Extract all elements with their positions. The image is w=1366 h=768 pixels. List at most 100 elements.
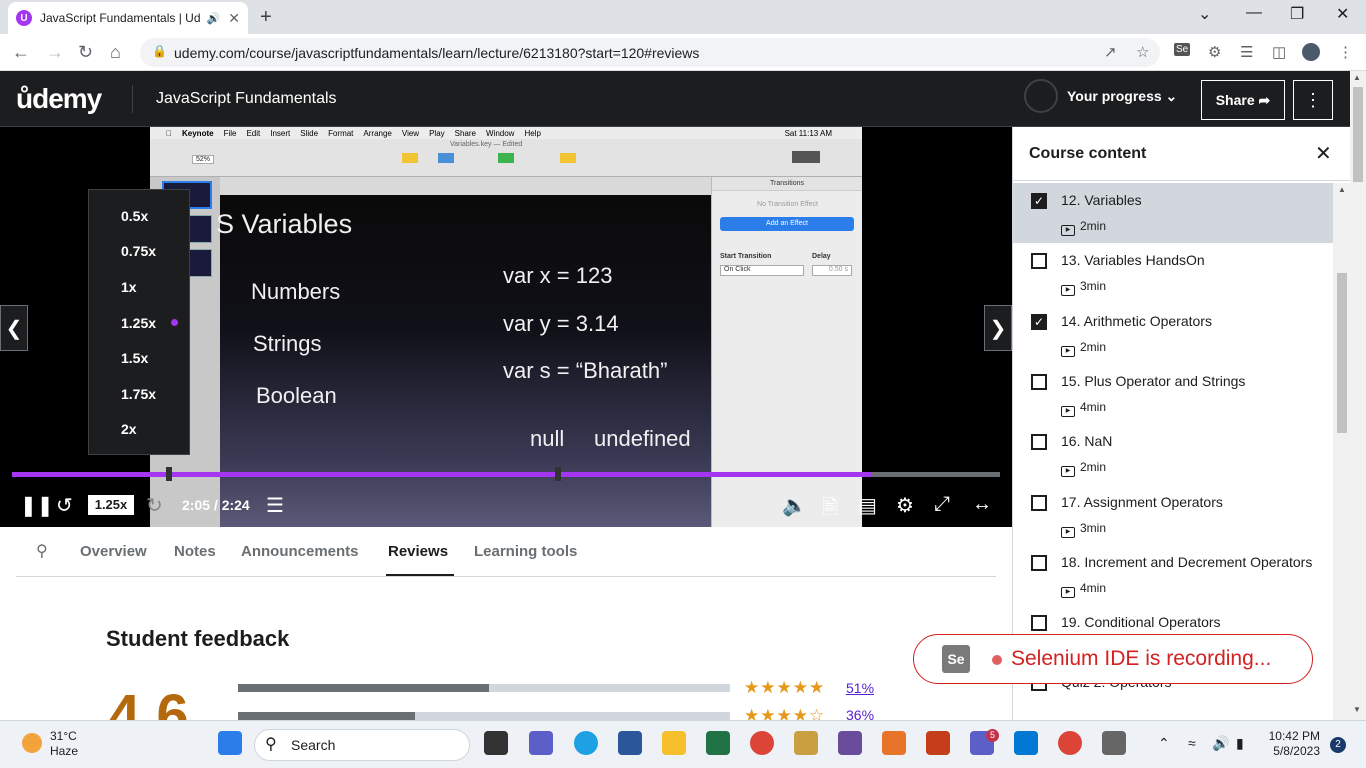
lecture-item[interactable]: 16. NaN ▶ 2min	[1013, 424, 1333, 484]
app-icon[interactable]	[838, 731, 862, 755]
lecture-checkbox[interactable]	[1031, 253, 1047, 270]
course-title[interactable]: JavaScript Fundamentals	[156, 90, 337, 108]
tab-announcements[interactable]: Announcements	[241, 543, 359, 560]
taskbar-search[interactable]: ⚲ Search	[254, 729, 470, 761]
scroll-up-icon[interactable]: ▲	[1353, 73, 1361, 82]
chrome-active-icon[interactable]	[1058, 731, 1082, 755]
rating-percent-link[interactable]: 51%	[846, 680, 874, 696]
scroll-down-icon[interactable]: ▼	[1353, 705, 1361, 714]
progress-ring-icon[interactable]	[1024, 79, 1058, 113]
excel-icon[interactable]	[706, 731, 730, 755]
extensions-puzzle-icon[interactable]: ⚙	[1208, 43, 1221, 61]
browser-tab[interactable]: U JavaScript Fundamentals | Ud 🔊 ✕	[8, 2, 248, 34]
close-window-icon[interactable]: ✕	[1336, 4, 1349, 24]
tab-notes[interactable]: Notes	[174, 543, 216, 560]
transcript-icon[interactable]: 🗎	[822, 493, 838, 527]
vscode-icon[interactable]	[1014, 731, 1038, 755]
speed-option[interactable]: 1.75x	[121, 386, 156, 402]
forward-5-icon[interactable]: ↻	[146, 493, 163, 518]
udemy-logo[interactable]: ůdemy	[16, 83, 102, 115]
page-scrollbar[interactable]: ▲ ▼	[1350, 71, 1366, 720]
pause-icon[interactable]: ❚❚	[20, 493, 54, 518]
more-options-icon[interactable]: ⋮	[1293, 80, 1333, 120]
scroll-up-icon[interactable]: ▲	[1338, 185, 1346, 194]
volume-icon[interactable]: 🔊	[1212, 735, 1229, 752]
add-note-icon[interactable]: ☰	[266, 493, 284, 518]
lock-icon[interactable]: 🔒	[152, 44, 167, 58]
battery-icon[interactable]: ▮	[1236, 735, 1244, 752]
sidebar-scrollbar[interactable]: ▲	[1333, 183, 1351, 720]
new-tab-icon[interactable]: +	[260, 6, 272, 29]
progress-dropdown[interactable]: Your progress ⌄	[1067, 88, 1177, 105]
lecture-checkbox[interactable]	[1031, 434, 1047, 451]
settings-gear-icon[interactable]: ⚙	[896, 493, 914, 518]
fullscreen-icon[interactable]: ⤢	[934, 493, 950, 516]
lecture-item[interactable]: 18. Increment and Decrement Operators ▶ 4m…	[1013, 545, 1333, 605]
tab-reviews[interactable]: Reviews	[388, 543, 448, 560]
tab-overview[interactable]: Overview	[80, 543, 147, 560]
page-scroll-thumb[interactable]	[1353, 87, 1363, 182]
powerpoint-icon[interactable]	[926, 731, 950, 755]
minimize-icon[interactable]: —	[1246, 4, 1262, 22]
restore-icon[interactable]: ❐	[1290, 4, 1304, 24]
speed-option[interactable]: 2x	[121, 421, 137, 437]
video-player[interactable]:  Keynote File Edit Insert Slide Format …	[0, 127, 1012, 527]
lecture-checkbox[interactable]: ✓	[1031, 193, 1047, 209]
file-explorer-icon[interactable]	[662, 731, 686, 755]
selenium-extension-icon[interactable]: Se	[1174, 43, 1191, 56]
task-view-icon[interactable]	[484, 731, 508, 755]
tab-search-icon[interactable]: ⌄	[1198, 4, 1211, 24]
rewind-5-icon[interactable]: ↺	[56, 493, 73, 518]
speaker-icon[interactable]: 🔊	[207, 12, 221, 25]
share-page-icon[interactable]: ↗	[1104, 43, 1117, 61]
share-button[interactable]: Share ➦	[1201, 80, 1285, 120]
meet-icon[interactable]	[529, 731, 553, 755]
side-panel-icon[interactable]: ◫	[1272, 43, 1286, 61]
edge-browser-icon[interactable]	[574, 731, 598, 755]
speed-option[interactable]: 1x	[121, 279, 137, 295]
lecture-checkbox[interactable]	[1031, 615, 1047, 632]
close-icon[interactable]: ✕	[1315, 141, 1332, 166]
app-icon[interactable]	[882, 731, 906, 755]
speed-option[interactable]: 0.75x	[121, 243, 156, 259]
lecture-item[interactable]: 17. Assignment Operators ▶ 3min	[1013, 485, 1333, 545]
expand-theater-icon[interactable]: ↔	[972, 493, 992, 516]
previous-lecture-button[interactable]: ❮	[0, 305, 28, 351]
next-lecture-button[interactable]: ❯	[984, 305, 1012, 351]
lecture-item[interactable]: 13. Variables HandsOn ▶ 3min	[1013, 243, 1333, 303]
media-control-icon[interactable]: ☰	[1240, 43, 1253, 61]
home-icon[interactable]: ⌂	[110, 42, 121, 63]
profile-avatar[interactable]	[1302, 43, 1320, 61]
search-icon[interactable]: ⚲	[36, 541, 48, 561]
lecture-item[interactable]: ✓ 12. Variables ▶ 2min	[1013, 183, 1333, 243]
windows-start-icon[interactable]	[218, 731, 242, 755]
tray-chevron-icon[interactable]: ⌃	[1158, 735, 1170, 752]
lecture-checkbox[interactable]: ✓	[1031, 313, 1047, 330]
selenium-app-icon[interactable]	[1102, 731, 1126, 755]
chrome-menu-icon[interactable]: ⋮	[1338, 43, 1353, 61]
speed-option[interactable]: 1.5x	[121, 350, 148, 366]
captions-icon[interactable]: ▤	[858, 493, 877, 518]
speed-option-selected[interactable]: 1.25x	[121, 315, 156, 331]
weather-widget[interactable]: 31°C Haze	[50, 729, 78, 759]
close-tab-icon[interactable]: ✕	[228, 10, 240, 27]
reload-icon[interactable]: ↻	[78, 42, 93, 63]
chrome-icon[interactable]	[750, 731, 774, 755]
url-input[interactable]: 🔒 udemy.com/course/javascriptfundamental…	[140, 38, 1160, 67]
back-icon[interactable]: ←	[12, 42, 30, 63]
video-progress-bar[interactable]	[12, 467, 1000, 481]
bookmark-star-icon[interactable]: ☆	[1136, 43, 1149, 61]
lecture-checkbox[interactable]	[1031, 494, 1047, 511]
playback-speed-button[interactable]: 1.25x	[88, 495, 134, 515]
word-icon[interactable]	[618, 731, 642, 755]
volume-icon[interactable]: 🔈	[782, 493, 807, 518]
wifi-icon[interactable]: ≈	[1188, 735, 1196, 751]
lecture-checkbox[interactable]	[1031, 554, 1047, 571]
tab-learning-tools[interactable]: Learning tools	[474, 543, 577, 560]
weather-sun-icon[interactable]	[22, 733, 42, 753]
lecture-item[interactable]: ✓ 14. Arithmetic Operators ▶ 2min	[1013, 304, 1333, 364]
speed-option[interactable]: 0.5x	[121, 208, 148, 224]
lecture-item[interactable]: 15. Plus Operator and Strings ▶ 4min	[1013, 364, 1333, 424]
sidebar-scroll-thumb[interactable]	[1337, 273, 1347, 433]
forward-icon[interactable]: →	[46, 42, 64, 63]
